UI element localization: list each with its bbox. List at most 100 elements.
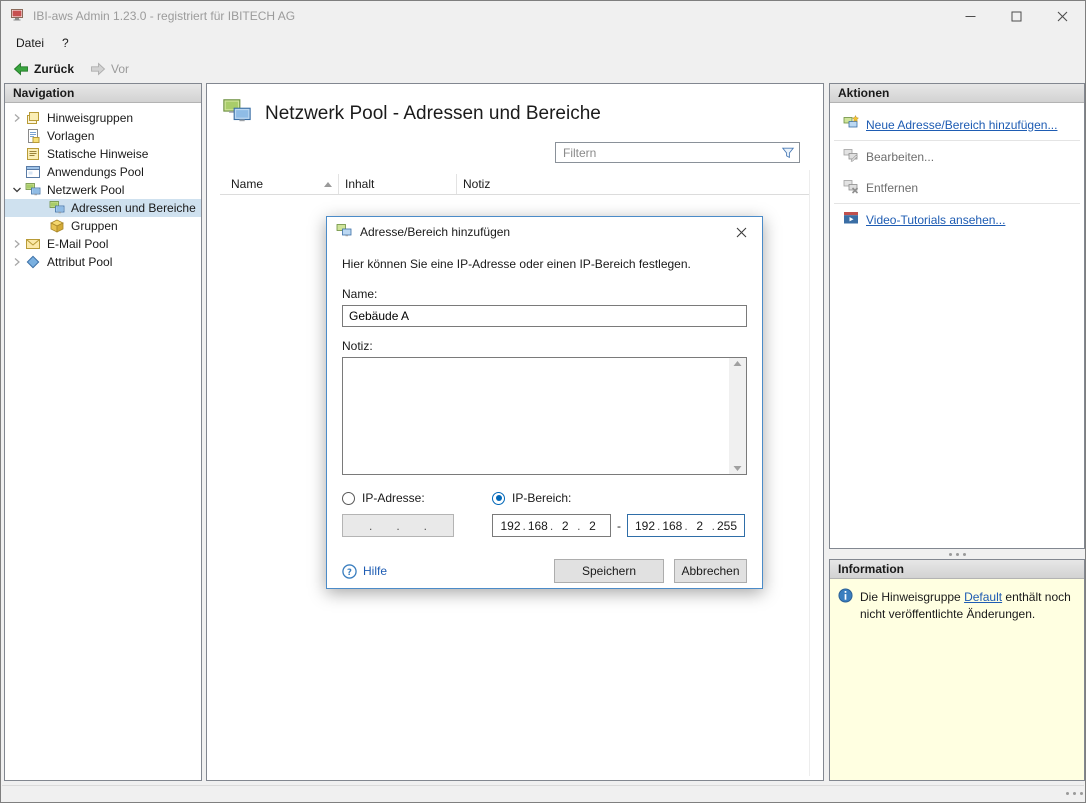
- column-header-name[interactable]: Name: [220, 174, 339, 194]
- nav-item-anwendungs-pool[interactable]: Anwendungs Pool: [5, 163, 201, 181]
- navigation-header: Navigation: [5, 84, 201, 103]
- scroll-up-icon[interactable]: [733, 361, 742, 366]
- nav-item-gruppen[interactable]: Gruppen: [5, 217, 201, 235]
- nav-item-label: Vorlagen: [47, 129, 94, 143]
- ip-range-start-input[interactable]: 19216822: [492, 514, 611, 537]
- table-header: Name Inhalt Notiz: [220, 174, 810, 195]
- ip-inputs-row: 19216822 - 1921682255: [342, 514, 747, 537]
- filter-box: [555, 142, 800, 163]
- status-bar: [2, 785, 1084, 801]
- menu-help[interactable]: ?: [53, 33, 78, 53]
- notes-stack-icon: [25, 110, 41, 126]
- name-label: Name:: [342, 287, 747, 301]
- page-title: Netzwerk Pool - Adressen und Bereiche: [265, 103, 601, 125]
- resize-grip-icon[interactable]: [1066, 792, 1069, 795]
- email-pool-icon: [25, 236, 41, 252]
- chevron-right-icon[interactable]: [9, 257, 25, 267]
- ip-octet[interactable]: 2: [553, 519, 577, 533]
- add-address-dialog: Adresse/Bereich hinzufügen Hier können S…: [326, 216, 763, 589]
- action-label: Entfernen: [866, 181, 918, 195]
- nav-item-netzwerk-pool[interactable]: Netzwerk Pool: [5, 181, 201, 199]
- nav-item-label: Hinweisgruppen: [47, 111, 133, 125]
- close-icon: [736, 227, 747, 238]
- window-controls: [947, 1, 1085, 31]
- chevron-right-icon[interactable]: [9, 113, 25, 123]
- scroll-down-icon[interactable]: [733, 466, 742, 471]
- svg-text:?: ?: [347, 566, 352, 576]
- action-remove[interactable]: Entfernen: [834, 172, 1080, 204]
- nav-item-vorlagen[interactable]: Vorlagen: [5, 127, 201, 145]
- list-scrollbar-track: [809, 170, 810, 776]
- nav-item-statische-hinweise[interactable]: Statische Hinweise: [5, 145, 201, 163]
- ip-octet[interactable]: 168: [526, 519, 550, 533]
- filter-icon[interactable]: [777, 146, 799, 160]
- action-video-tutorials[interactable]: Video-Tutorials ansehen...: [834, 204, 1080, 235]
- notiz-textarea[interactable]: [343, 358, 729, 474]
- nav-item-label: Anwendungs Pool: [47, 165, 144, 179]
- notiz-label: Notiz:: [342, 339, 747, 353]
- octet-separator: [369, 519, 372, 533]
- panel-splitter[interactable]: [829, 549, 1085, 559]
- info-icon: [838, 588, 853, 606]
- action-add-address[interactable]: Neue Adresse/Bereich hinzufügen...: [834, 109, 1080, 141]
- octet-separator: [396, 519, 399, 533]
- network-icon: [336, 223, 352, 242]
- chevron-down-icon[interactable]: [9, 185, 25, 195]
- nav-item-label: Statische Hinweise: [47, 147, 148, 161]
- radio-ip-range[interactable]: IP-Bereich:: [492, 491, 642, 505]
- ip-octet[interactable]: 255: [715, 519, 739, 533]
- network-pool-icon: [25, 182, 41, 198]
- action-label: Neue Adresse/Bereich hinzufügen...: [866, 118, 1057, 132]
- ip-octet[interactable]: 168: [660, 519, 684, 533]
- column-header-inhalt[interactable]: Inhalt: [339, 174, 457, 194]
- radio-unselected-icon: [342, 492, 355, 505]
- network-pool-header-icon: [222, 97, 252, 130]
- filter-input[interactable]: [556, 146, 777, 160]
- forward-button[interactable]: Vor: [83, 59, 136, 79]
- add-network-icon: [843, 115, 859, 134]
- chevron-right-icon[interactable]: [9, 239, 25, 249]
- maximize-icon: [1011, 11, 1022, 22]
- back-button[interactable]: Zurück: [6, 59, 81, 79]
- nav-item-adressen-und-bereiche[interactable]: Adressen und Bereiche: [5, 199, 201, 217]
- action-label: Video-Tutorials ansehen...: [866, 213, 1005, 227]
- radio-ip-address[interactable]: IP-Adresse:: [342, 491, 492, 505]
- dialog-close-button[interactable]: [720, 217, 762, 247]
- static-note-icon: [25, 146, 41, 162]
- forward-button-label: Vor: [111, 62, 129, 76]
- name-input[interactable]: [342, 305, 747, 327]
- ip-octet[interactable]: 2: [581, 519, 605, 533]
- nav-item-attribut-pool[interactable]: Attribut Pool: [5, 253, 201, 271]
- nav-item-email-pool[interactable]: E-Mail Pool: [5, 235, 201, 253]
- remove-network-icon: [843, 178, 859, 197]
- textarea-scrollbar[interactable]: [729, 358, 746, 474]
- help-link[interactable]: ? Hilfe: [342, 564, 387, 579]
- close-button[interactable]: [1039, 1, 1085, 31]
- minimize-button[interactable]: [947, 1, 993, 31]
- cancel-button[interactable]: Abbrechen: [674, 559, 747, 583]
- info-message: Die Hinweisgruppe Default enthält noch n…: [860, 588, 1076, 623]
- ip-address-input: [342, 514, 454, 537]
- network-address-icon: [49, 200, 65, 216]
- forward-arrow-icon: [90, 61, 106, 77]
- radio-label: IP-Adresse:: [362, 491, 425, 505]
- ip-range-end-input[interactable]: 192168 2255: [627, 514, 745, 537]
- navigation-tree: Hinweisgruppen Vorlagen Statische Hinwei…: [5, 103, 201, 271]
- notiz-field: [342, 357, 747, 475]
- column-header-notiz[interactable]: Notiz: [457, 174, 810, 194]
- ip-octet[interactable]: 2: [688, 519, 712, 533]
- menu-bar: Datei ?: [1, 31, 1085, 55]
- app-window: IBI-aws Admin 1.23.0 - registriert für I…: [0, 0, 1086, 803]
- nav-item-hinweisgruppen[interactable]: Hinweisgruppen: [5, 109, 201, 127]
- info-text-before: Die Hinweisgruppe: [860, 590, 964, 604]
- radio-selected-icon: [492, 492, 505, 505]
- dialog-title: Adresse/Bereich hinzufügen: [360, 225, 510, 239]
- save-button[interactable]: Speichern: [554, 559, 664, 583]
- nav-item-label: Adressen und Bereiche: [71, 201, 196, 215]
- default-group-link[interactable]: Default: [964, 590, 1002, 604]
- ip-octet[interactable]: 192: [633, 519, 657, 533]
- maximize-button[interactable]: [993, 1, 1039, 31]
- menu-datei[interactable]: Datei: [7, 33, 53, 53]
- ip-octet[interactable]: 192: [498, 519, 522, 533]
- action-edit[interactable]: Bearbeiten...: [834, 141, 1080, 172]
